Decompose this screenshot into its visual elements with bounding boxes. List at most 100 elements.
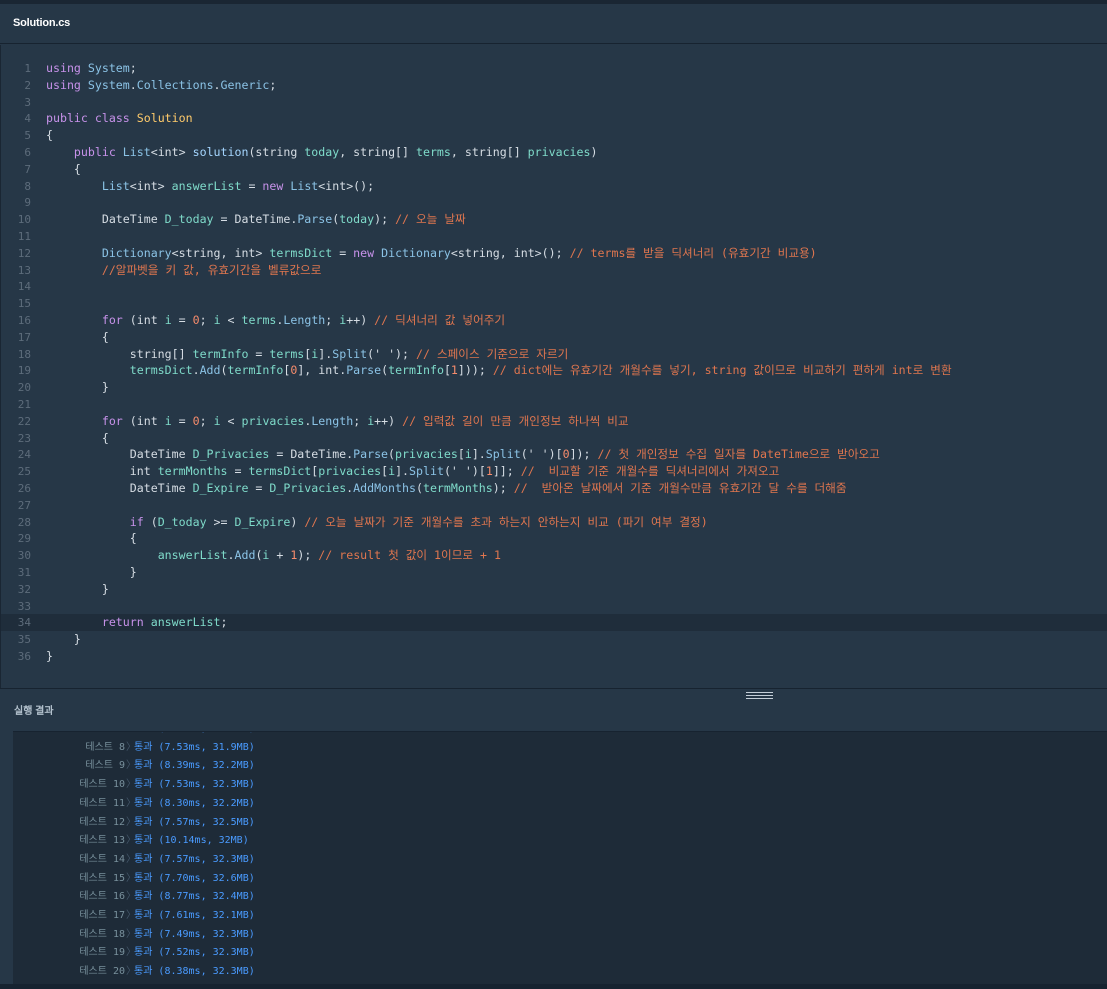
code-line[interactable]: 30 answerList.Add(i + 1); // result 첫 값이… [1,547,1107,564]
code-line[interactable]: 10 DateTime D_today = DateTime.Parse(tod… [1,211,1107,228]
drag-handle-icon[interactable] [746,692,773,700]
code-text[interactable]: DateTime D_today = DateTime.Parse(today)… [46,211,466,228]
code-text[interactable]: } [46,648,53,665]
code-text[interactable]: //알파벳을 키 값, 유효기간을 벨류값으로 [46,262,322,279]
code-line[interactable]: 31 } [1,564,1107,581]
code-text[interactable]: int termMonths = termsDict[privacies[i].… [46,463,780,480]
code-text[interactable]: } [46,581,109,598]
code-text[interactable]: public List<int> solution(string today, … [46,144,598,161]
code-line[interactable]: 17 { [1,329,1107,346]
code-line[interactable]: 9 [1,194,1107,211]
code-line[interactable]: 8 List<int> answerList = new List<int>()… [1,178,1107,195]
code-line[interactable]: 14 [1,278,1107,295]
code-line[interactable]: 4 public class Solution [1,110,1107,127]
code-line[interactable]: 23 { [1,430,1107,447]
test-label: 테스트 11 [79,797,125,809]
code-text[interactable]: } [46,564,137,581]
code-line[interactable]: 7 { [1,161,1107,178]
code-line[interactable]: 11 [1,228,1107,245]
bottom-scrollbar [0,984,1107,989]
code-text[interactable]: using System; [46,60,137,77]
code-line[interactable]: 3 [1,94,1107,111]
code-text[interactable]: { [46,530,137,547]
test-result: 통과 (7.52ms, 32.3MB) [134,947,255,959]
line-number: 17 [17,330,31,344]
test-result: 통과 (10.14ms, 32MB) [134,835,249,847]
code-text[interactable]: for (int i = 0; i < privacies.Length; i+… [46,413,629,430]
code-line[interactable]: 1 using System; [1,60,1107,77]
code-text[interactable]: answerList.Add(i + 1); // result 첫 값이 1이… [46,547,501,564]
code-line[interactable]: 33 [1,598,1107,615]
code-line[interactable]: 29 { [1,530,1107,547]
code-line[interactable]: 25 int termMonths = termsDict[privacies[… [1,463,1107,480]
line-number: 19 [17,364,31,378]
code-text[interactable]: return answerList; [46,614,228,631]
code-line[interactable]: 27 [1,497,1107,514]
line-number: 26 [17,482,31,495]
code-editor[interactable]: 1 using System; 2 using System.Collections.… [0,45,1107,688]
code-text[interactable]: if (D_today >= D_Expire) // 오늘 날짜가 기준 개월… [46,514,708,531]
result-row: 테스트 19 〉 통과 (7.52ms, 32.3MB) [13,944,1107,962]
code-text[interactable]: } [46,631,81,648]
code-text[interactable]: Dictionary<string, int> termsDict = new … [46,245,817,262]
code-text[interactable]: string[] termInfo = terms[i].Split(' ');… [46,346,569,363]
code-text[interactable]: List<int> answerList = new List<int>(); [46,178,374,195]
line-number: 27 [17,498,31,512]
code-text[interactable]: using System.Collections.Generic; [46,77,276,94]
line-number: 33 [17,599,31,613]
line-number: 13 [17,263,31,277]
code-line[interactable]: 18 string[] termInfo = terms[i].Split(' … [1,346,1107,363]
code-line[interactable]: 34 return answerList; [1,614,1107,632]
line-number: 11 [17,230,31,243]
result-row: 테스트 20 〉 통과 (8.38ms, 32.3MB) [13,963,1107,981]
line-number: 16 [17,314,31,327]
code-text[interactable]: { [46,127,53,144]
code-text[interactable]: { [46,329,109,346]
code-text[interactable]: } [46,379,109,396]
code-line[interactable]: 35 } [1,631,1107,648]
line-number: 23 [17,431,31,445]
code-line[interactable]: 15 [1,295,1107,312]
code-line[interactable]: 36} [1,648,1107,665]
code-line[interactable]: 16 for (int i = 0; i < terms.Length; i++… [1,312,1107,329]
code-line[interactable]: 20 } [1,379,1107,396]
result-row: 테스트 17 〉 통과 (7.61ms, 32.1MB) [13,907,1107,925]
code-line[interactable]: 13 //알파벳을 키 값, 유효기간을 벨류값으로 [1,262,1107,279]
results-panel[interactable]: 테스트 7〉통과 (7.53ms, 32.2MB)테스트 8〉통과 (7.53m… [13,731,1107,985]
test-label: 테스트 8 [85,741,125,753]
code-text[interactable]: { [46,161,81,178]
line-number: 20 [17,381,31,395]
editor-tab-bar: Solution.cs [0,0,1107,44]
file-tab-title[interactable]: Solution.cs [13,17,70,29]
line-number: 5 [24,129,31,143]
code-line[interactable]: 5{ [1,127,1107,144]
test-result: 통과 (7.53ms, 32.2MB) [134,732,255,738]
test-label: 테스트 16 [79,891,125,903]
code-line[interactable]: 28 if (D_today >= D_Expire) // 오늘 날짜가 기준… [1,514,1107,531]
code-line[interactable]: 22 for (int i = 0; i < privacies.Length;… [1,413,1107,430]
code-line[interactable]: 24 DateTime D_Privacies = DateTime.Parse… [1,446,1107,463]
result-row: 테스트 8 〉 통과 (7.53ms, 31.9MB) [13,739,1107,757]
code-text[interactable]: termsDict.Add(termInfo[0], int.Parse(ter… [46,362,952,379]
line-number: 1 [24,62,31,75]
line-number: 32 [17,582,31,596]
test-result: 통과 (8.38ms, 32.3MB) [134,966,255,978]
code-text[interactable]: public class Solution [46,110,193,127]
code-text[interactable]: DateTime D_Expire = D_Privacies.AddMonth… [46,480,847,497]
result-row: 테스트 14 〉 통과 (7.57ms, 32.3MB) [13,851,1107,869]
code-line[interactable]: 2 using System.Collections.Generic; [1,77,1107,94]
line-number: 34 [17,616,31,630]
code-line[interactable]: 32 } [1,581,1107,598]
code-line[interactable]: 12 Dictionary<string, int> termsDict = n… [1,245,1107,262]
code-line[interactable]: 26 DateTime D_Expire = D_Privacies.AddMo… [1,480,1107,497]
code-line[interactable]: 6 public List<int> solution(string today… [1,144,1107,161]
line-number: 31 [17,566,31,579]
code-text[interactable]: DateTime D_Privacies = DateTime.Parse(pr… [46,446,880,463]
code-line[interactable]: 21 [1,396,1107,413]
test-result: 통과 (7.57ms, 32.5MB) [134,816,255,828]
code-text[interactable]: for (int i = 0; i < terms.Length; i++) /… [46,312,505,329]
line-number: 36 [17,650,31,663]
line-number: 18 [17,347,31,361]
code-text[interactable]: { [46,430,109,447]
code-line[interactable]: 19 termsDict.Add(termInfo[0], int.Parse(… [1,362,1107,379]
